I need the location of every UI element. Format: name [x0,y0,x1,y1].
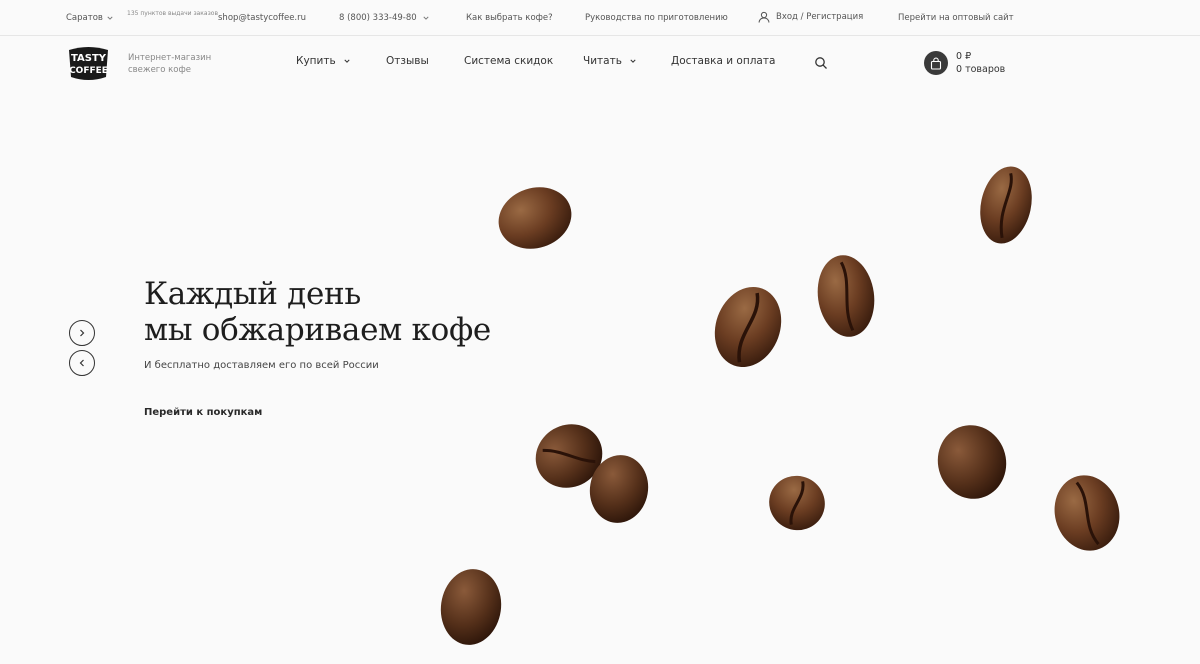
chevron-down-icon [630,59,636,63]
tasty-coffee-logo: TASTY COFFEE [69,47,108,80]
top-utility-bar: Саратов 135 пунктов выдачи заказов shop@… [0,0,1200,36]
how-to-choose-link[interactable]: Как выбрать кофе? [466,13,553,23]
hero-subtitle: И бесплатно доставляем его по всей Росси… [144,360,379,371]
hero-title-line-2: мы обжариваем кофе [144,312,491,348]
coffee-bean [589,455,649,523]
nav-buy-label: Купить [296,55,336,67]
chevron-left-icon [79,359,84,367]
wholesale-link[interactable]: Перейти на оптовый сайт [898,13,1014,23]
chevron-down-icon [344,59,350,63]
chevron-down-icon [107,16,113,20]
user-icon [758,11,770,23]
shop-now-link[interactable]: Перейти к покупкам [144,407,262,418]
site-tagline: Интернет-магазин свежего кофе [128,53,212,75]
svg-text:COFFEE: COFFEE [69,66,108,76]
cart-widget[interactable]: 0 ₽ 0 товаров [924,50,1005,76]
cart-total: 0 ₽ [956,51,972,62]
main-header: TASTY COFFEE Интернет-магазин свежего ко… [0,36,1200,92]
login-label: Вход / Регистрация [776,12,864,22]
coffee-bean [535,424,603,488]
email-link[interactable]: shop@tastycoffee.ru [218,13,306,23]
city-label: Саратов [66,13,103,23]
pickup-points-info: 135 пунктов выдачи заказов [127,10,219,17]
chevron-right-icon [80,329,85,337]
nav-read-label: Читать [583,55,622,67]
shopping-bag-icon [930,57,942,70]
nav-reviews[interactable]: Отзывы [386,55,429,67]
city-selector[interactable]: Саратов [66,13,113,23]
hero-title-line-1: Каждый день [144,276,361,312]
nav-read[interactable]: Читать [583,55,636,67]
coffee-bean [980,166,1032,244]
nav-buy[interactable]: Купить [296,55,350,67]
coffee-bean [440,569,502,645]
phone-selector[interactable]: 8 (800) 333-49-80 [339,13,429,23]
coffee-bean [817,255,875,337]
cart-button[interactable] [924,51,948,75]
phone-number: 8 (800) 333-49-80 [339,13,417,23]
coffee-bean [714,286,782,368]
brew-guides-link[interactable]: Руководства по приготовлению [585,13,728,23]
hero-title: Каждый день мы обжариваем кофе [144,276,491,348]
coffee-bean [769,475,825,531]
svg-text:TASTY: TASTY [71,53,107,64]
site-logo[interactable]: TASTY COFFEE [66,46,111,81]
cart-summary: 0 ₽ 0 товаров [956,50,1005,76]
cart-count: 0 товаров [956,64,1006,75]
nav-delivery[interactable]: Доставка и оплата [671,55,775,67]
coffee-bean [937,425,1007,499]
search-icon[interactable] [814,56,828,70]
coffee-bean [498,187,572,249]
slider-prev-button[interactable] [69,350,95,376]
chevron-down-icon [423,16,429,20]
coffee-bean [1054,475,1120,551]
nav-discounts[interactable]: Система скидок [464,55,553,67]
slider-next-button[interactable] [69,320,95,346]
login-link[interactable]: Вход / Регистрация [758,11,863,23]
